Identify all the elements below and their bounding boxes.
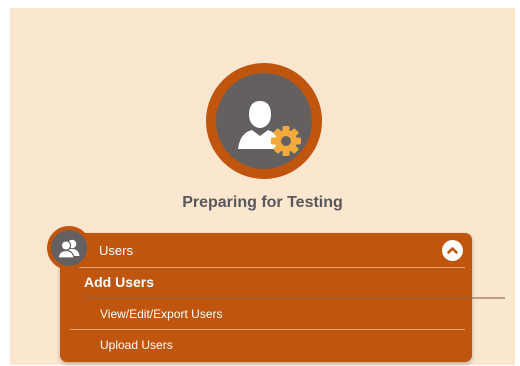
users-menu-label: Users bbox=[99, 243, 133, 258]
menu-item-view-edit-export-users[interactable]: View/Edit/Export Users bbox=[100, 307, 223, 321]
menu-item-upload-users[interactable]: Upload Users bbox=[100, 338, 173, 352]
users-menu-header[interactable]: Users bbox=[60, 233, 472, 267]
hero-icon-circle bbox=[216, 73, 312, 169]
page-title: Preparing for Testing bbox=[182, 194, 343, 211]
users-icon bbox=[57, 239, 80, 259]
user-gear-icon bbox=[238, 101, 301, 156]
submenu-add-users[interactable]: Add Users bbox=[84, 274, 154, 290]
chevron-up-icon bbox=[447, 247, 458, 254]
users-menu: Users Add Users View/Edit/Export Users U… bbox=[60, 233, 505, 362]
submenu-divider bbox=[82, 297, 505, 299]
menu-divider bbox=[70, 267, 465, 268]
users-menu-icon-badge bbox=[47, 226, 91, 270]
collapse-button[interactable] bbox=[442, 240, 463, 261]
preparing-for-testing-badge bbox=[206, 63, 322, 179]
menu-divider bbox=[70, 329, 465, 330]
content-panel: Preparing for Testing Users Add Users Vi… bbox=[10, 8, 515, 365]
users-icon-circle bbox=[51, 230, 87, 266]
